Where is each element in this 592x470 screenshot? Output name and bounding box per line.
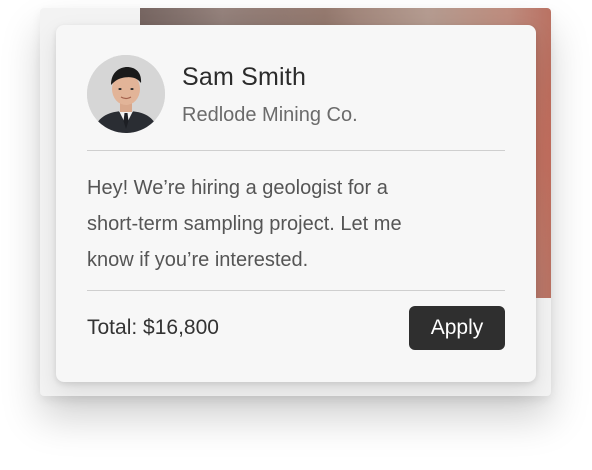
stage: Sam Smith Redlode Mining Co. Hey! We’re … [0, 0, 592, 470]
avatar-image [87, 55, 165, 133]
message-body: Hey! We’re hiring a geologist for a shor… [87, 170, 505, 278]
message-line: short-term sampling project. Let me [87, 213, 402, 235]
apply-button[interactable]: Apply [409, 306, 505, 350]
message-line: Hey! We’re hiring a geologist for a [87, 177, 388, 199]
header-divider [87, 150, 505, 151]
contact-name: Sam Smith [182, 63, 307, 91]
contact-company: Redlode Mining Co. [182, 104, 358, 126]
card-footer: Total: $16,800 Apply [87, 306, 505, 350]
card-header: Sam Smith Redlode Mining Co. [87, 55, 505, 135]
total-amount: Total: $16,800 [87, 316, 219, 339]
message-card: Sam Smith Redlode Mining Co. Hey! We’re … [56, 25, 536, 382]
avatar [87, 55, 165, 133]
footer-divider [87, 290, 505, 291]
message-line: know if you’re interested. [87, 249, 309, 271]
